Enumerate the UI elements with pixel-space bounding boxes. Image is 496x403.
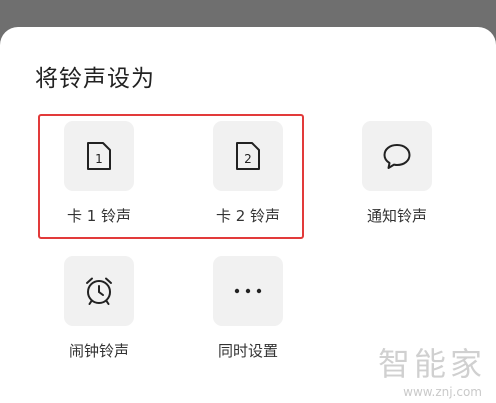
alarm-clock-icon: [86, 277, 112, 305]
svg-text:1: 1: [95, 152, 103, 166]
option-sim2-ringtone[interactable]: 2 卡 2 铃声: [188, 121, 308, 226]
message-bubble-icon: [383, 144, 411, 169]
option-sim1-ringtone[interactable]: 1 卡 1 铃声: [39, 121, 159, 226]
alarm-tile[interactable]: [64, 256, 134, 326]
svg-text:2: 2: [244, 152, 252, 166]
more-dots-icon: [234, 288, 262, 294]
set-both-tile[interactable]: [213, 256, 283, 326]
ringtone-dialog: 将铃声设为 1 卡 1 铃声 2 卡 2 铃声 通知铃声 闹钟铃声 同时设置 智…: [0, 27, 496, 403]
sim-card-2-icon: 2: [236, 142, 260, 170]
sim1-tile[interactable]: 1: [64, 121, 134, 191]
watermark-brand: 智能家: [377, 345, 486, 383]
sim2-tile[interactable]: 2: [213, 121, 283, 191]
watermark-url: www.znj.com: [403, 385, 482, 399]
option-label: 卡 1 铃声: [66, 207, 132, 225]
option-set-simultaneously[interactable]: 同时设置: [188, 256, 308, 361]
option-notification-ringtone[interactable]: 通知铃声: [337, 121, 457, 226]
option-label: 卡 2 铃声: [215, 207, 281, 225]
option-label: 闹钟铃声: [68, 342, 129, 360]
dialog-title: 将铃声设为: [35, 66, 155, 92]
option-alarm-ringtone[interactable]: 闹钟铃声: [39, 256, 159, 361]
notification-tile[interactable]: [362, 121, 432, 191]
sim-card-1-icon: 1: [87, 142, 111, 170]
option-label: 同时设置: [217, 342, 278, 360]
option-label: 通知铃声: [366, 207, 427, 225]
